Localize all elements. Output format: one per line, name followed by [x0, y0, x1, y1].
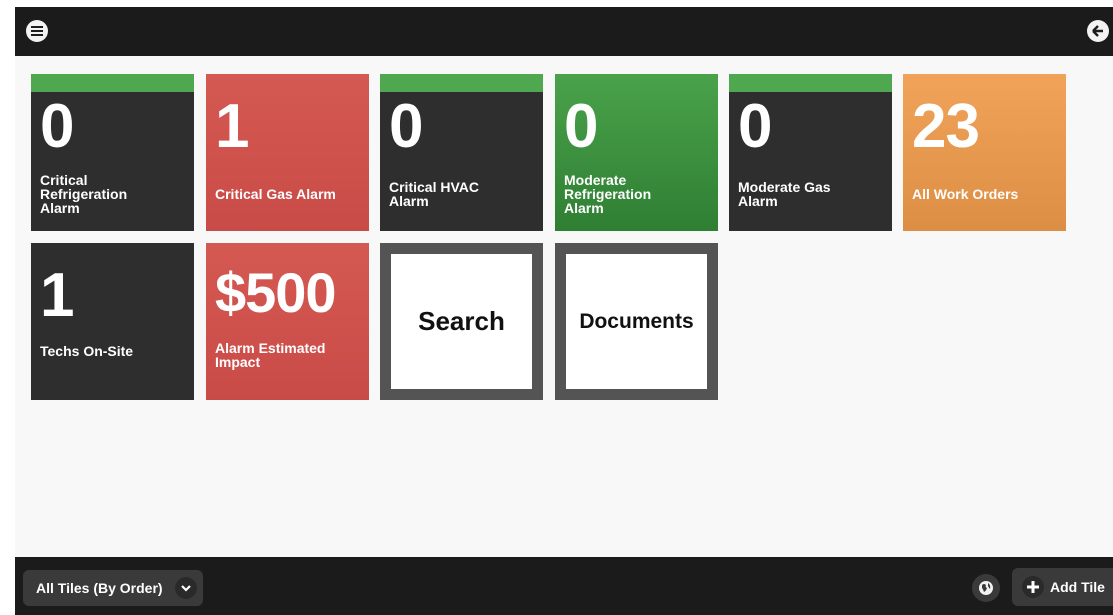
tile-value: 0 [564, 92, 598, 161]
tile-label-line: Alarm [389, 193, 429, 209]
tile-value: $500 [215, 261, 337, 324]
tile-label: Techs On-Site [40, 324, 188, 378]
tile-label-line: All Work Orders [912, 186, 1019, 202]
status-stripe [729, 74, 892, 92]
tile-all-work-orders[interactable]: 23 All Work Orders [903, 74, 1066, 231]
hamburger-menu-icon[interactable] [26, 20, 48, 42]
status-stripe [31, 74, 194, 92]
top-toolbar [15, 7, 1113, 56]
tile-label-line: Moderate [564, 172, 627, 188]
tile-label-line: Alarm [40, 200, 80, 216]
tile-value: 0 [389, 92, 423, 161]
tile-filter-label: All Tiles (By Order) [36, 580, 163, 596]
tile-label: Moderate Gas Alarm [738, 167, 886, 221]
add-tile-button[interactable]: Add Tile [1012, 568, 1113, 606]
add-tile-label: Add Tile [1050, 579, 1105, 595]
tile-value: 0 [40, 92, 74, 161]
tile-label-line: Refrigeration [564, 186, 652, 202]
status-stripe [380, 74, 543, 92]
tile-label-line: Alarm [738, 193, 778, 209]
chevron-down-icon [175, 577, 197, 599]
tile-label-line: Alarm Estimated [215, 340, 326, 356]
documents-tile[interactable]: Documents [555, 243, 718, 400]
tile-value: 1 [215, 92, 249, 161]
back-arrow-icon[interactable] [1087, 20, 1109, 42]
tile-moderate-refrigeration-alarm[interactable]: 0 Moderate Refrigeration Alarm [555, 74, 718, 231]
tile-label-line: Alarm [564, 200, 604, 216]
tile-critical-refrigeration-alarm[interactable]: 0 Critical Refrigeration Alarm [31, 74, 194, 231]
tile-dashboard: 0 Critical Refrigeration Alarm 1 Critica… [15, 56, 1113, 557]
tile-critical-hvac-alarm[interactable]: 0 Critical HVAC Alarm [380, 74, 543, 231]
tile-label-line: Refrigeration [40, 186, 128, 202]
tile-label-line: Impact [215, 354, 261, 370]
tile-label: Moderate Refrigeration Alarm [564, 167, 712, 221]
tile-label-line: Critical Gas Alarm [215, 186, 336, 202]
documents-tile-label: Documents [579, 309, 694, 333]
plus-icon [1022, 576, 1044, 598]
search-tile-label: Search [418, 306, 505, 336]
tile-value: 23 [912, 92, 980, 161]
tile-value: 0 [738, 92, 772, 161]
tile-label-line: Critical HVAC [389, 179, 479, 195]
tile-filter-dropdown[interactable]: All Tiles (By Order) [23, 570, 203, 606]
globe-icon[interactable] [972, 574, 1000, 602]
tile-value: 1 [40, 261, 74, 330]
search-tile[interactable]: Search [380, 243, 543, 400]
tile-alarm-estimated-impact[interactable]: $500 Alarm Estimated Impact [206, 243, 369, 400]
tile-critical-gas-alarm[interactable]: 1 Critical Gas Alarm [206, 74, 369, 231]
tile-label-line: Moderate Gas [738, 179, 831, 195]
tile-label-line: Critical [40, 172, 88, 188]
tile-label: Critical Gas Alarm [215, 167, 363, 221]
tile-label: Critical HVAC Alarm [389, 167, 537, 221]
tile-label-line: Techs On-Site [40, 343, 134, 359]
tile-label: Critical Refrigeration Alarm [40, 167, 188, 221]
bottom-toolbar: All Tiles (By Order) Add Tile [15, 557, 1113, 615]
tile-label: Alarm Estimated Impact [215, 328, 363, 382]
tile-label: All Work Orders [912, 167, 1060, 221]
tile-moderate-gas-alarm[interactable]: 0 Moderate Gas Alarm [729, 74, 892, 231]
tile-techs-on-site[interactable]: 1 Techs On-Site [31, 243, 194, 400]
